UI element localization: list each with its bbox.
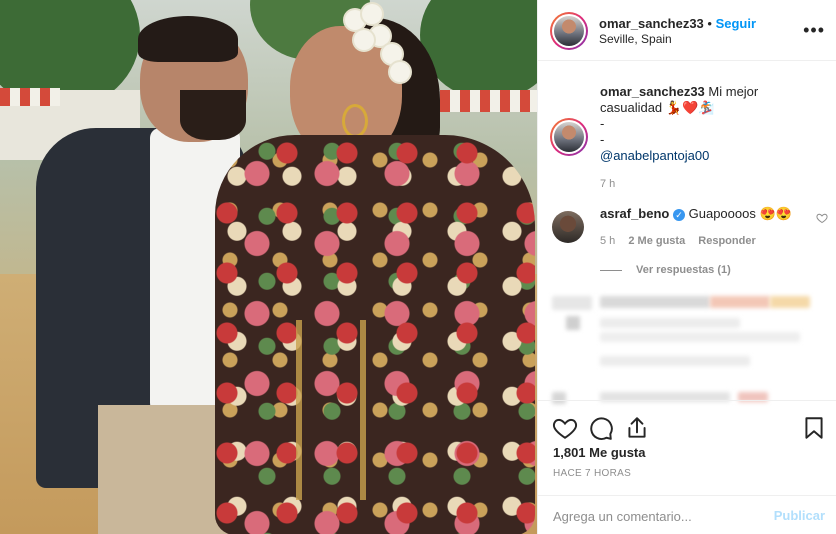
caption-emoji: 💃❤️🏂 bbox=[665, 100, 715, 115]
author-username[interactable]: omar_sanchez33 bbox=[599, 16, 704, 31]
likes-count[interactable]: 1,801 Me gusta bbox=[553, 445, 646, 460]
add-comment-bar: Publicar bbox=[538, 495, 836, 534]
blurred-content bbox=[600, 296, 710, 308]
blurred-content bbox=[770, 296, 810, 308]
post-photo[interactable] bbox=[0, 0, 537, 534]
publish-button[interactable]: Publicar bbox=[774, 508, 825, 523]
post-actions: 1,801 Me gusta HACE 7 HORAS Publicar bbox=[538, 400, 836, 533]
post-header: omar_sanchez33 • Seguir Seville, Spain •… bbox=[538, 0, 836, 61]
dress-belt bbox=[296, 320, 366, 500]
reply-button[interactable]: Responder bbox=[698, 235, 755, 247]
caption-author-avatar[interactable] bbox=[550, 118, 588, 156]
post-location[interactable]: Seville, Spain bbox=[599, 32, 672, 46]
author-avatar[interactable] bbox=[550, 12, 588, 50]
blurred-content bbox=[600, 356, 750, 366]
blurred-content bbox=[600, 332, 800, 342]
comment-likes[interactable]: 2 Me gusta bbox=[628, 235, 685, 247]
comment-like-heart-icon[interactable] bbox=[816, 212, 828, 224]
man-beard bbox=[180, 90, 246, 140]
comment-emoji: 😍😍 bbox=[759, 206, 792, 221]
comment: asraf_beno ✓ Guapoooos 😍😍 bbox=[600, 206, 792, 222]
bookmark-icon[interactable] bbox=[801, 415, 827, 441]
man-hair bbox=[138, 16, 238, 62]
separator-dot: • bbox=[707, 16, 712, 31]
background-awning bbox=[0, 88, 60, 106]
follow-button[interactable]: Seguir bbox=[716, 16, 756, 31]
post-caption: omar_sanchez33 Mi mejor casualidad 💃❤️🏂 … bbox=[600, 84, 820, 164]
earring bbox=[342, 104, 368, 138]
commenter-username[interactable]: asraf_beno bbox=[600, 206, 669, 221]
caption-line: - bbox=[600, 116, 605, 131]
share-icon[interactable] bbox=[624, 415, 650, 441]
hair-flowers bbox=[340, 4, 410, 84]
caption-username[interactable]: omar_sanchez33 bbox=[600, 84, 705, 99]
post-side-panel: omar_sanchez33 • Seguir Seville, Spain •… bbox=[537, 0, 836, 534]
caption-mention-link[interactable]: @anabelpantoja00 bbox=[600, 148, 820, 164]
comment-meta: 5 h 2 Me gusta Responder bbox=[600, 235, 756, 247]
floral-dress bbox=[215, 135, 535, 534]
more-horizontal-icon[interactable]: ••• bbox=[803, 20, 825, 41]
view-replies-button[interactable]: Ver respuestas (1) bbox=[600, 264, 731, 276]
comment-text: Guapoooos bbox=[688, 206, 756, 221]
blurred-content bbox=[600, 318, 740, 328]
caption-time[interactable]: 7 h bbox=[600, 178, 615, 190]
view-replies-label: Ver respuestas (1) bbox=[636, 264, 731, 276]
comment-icon[interactable] bbox=[588, 415, 614, 441]
caption-line: - bbox=[600, 132, 605, 147]
header-user-line: omar_sanchez33 • Seguir bbox=[599, 16, 756, 31]
posted-time[interactable]: HACE 7 HORAS bbox=[553, 468, 631, 479]
blurred-content bbox=[710, 296, 770, 308]
blurred-content bbox=[566, 316, 580, 330]
commenter-avatar[interactable] bbox=[552, 211, 584, 243]
comment-input[interactable] bbox=[553, 506, 763, 526]
replies-divider bbox=[600, 269, 622, 271]
blurred-content bbox=[552, 296, 592, 310]
heart-icon[interactable] bbox=[552, 415, 578, 441]
comment-time[interactable]: 5 h bbox=[600, 235, 615, 247]
verified-badge-icon: ✓ bbox=[673, 208, 685, 221]
